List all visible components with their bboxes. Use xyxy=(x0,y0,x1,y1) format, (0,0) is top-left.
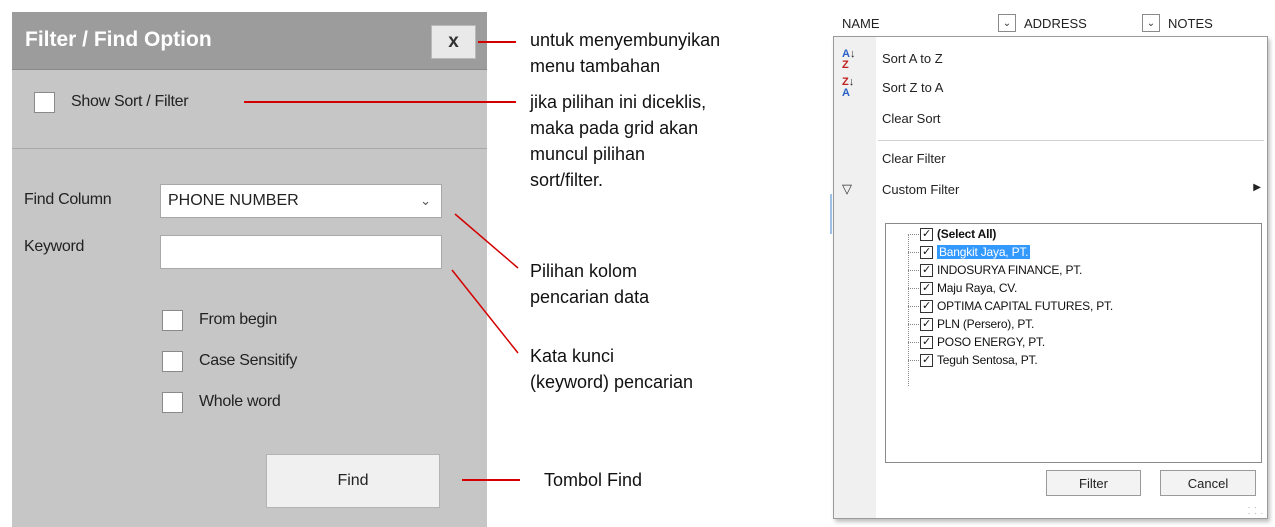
filter-value-list: ✓ (Select All) ✓ Bangkit Jaya, PT. ✓ IND… xyxy=(885,223,1262,463)
whole-word-checkbox[interactable] xyxy=(162,391,183,413)
filter-item-label: INDOSURYA FINANCE, PT. xyxy=(937,263,1083,277)
from-begin-checkbox[interactable] xyxy=(162,309,183,331)
close-note-line-1: untuk menyembunyikan xyxy=(530,30,721,50)
column-notes-header[interactable]: NOTES xyxy=(1168,16,1213,31)
tree-branch xyxy=(908,270,919,271)
filter-find-panel: Filter / Find Option x Show Sort / Filte… xyxy=(12,12,487,527)
tree-branch xyxy=(908,288,919,289)
check-icon[interactable]: ✓ xyxy=(920,335,933,349)
check-icon[interactable]: ✓ xyxy=(920,227,933,241)
keyword-note-line-1: Kata kunci xyxy=(530,346,615,366)
check-icon[interactable]: ✓ xyxy=(920,245,933,259)
close-button[interactable]: x xyxy=(431,25,476,59)
panel-header: Filter / Find Option x xyxy=(12,12,487,70)
tree-branch xyxy=(908,252,919,253)
tree-connector xyxy=(908,234,909,386)
filter-item-label: (Select All) xyxy=(937,227,997,241)
cancel-button[interactable]: Cancel xyxy=(1160,470,1256,496)
keyword-input[interactable] xyxy=(160,235,442,269)
column-filter-popup: A↓ Z Sort A to Z Z↓ A Sort Z to A Clear So… xyxy=(830,36,1268,519)
filter-item-label: POSO ENERGY, PT. xyxy=(937,335,1045,349)
filter-item[interactable]: ✓ INDOSURYA FINANCE, PT. xyxy=(920,262,1082,278)
sort-descending-icon: Z↓ A xyxy=(842,76,855,99)
filter-item[interactable]: ✓ POSO ENERGY, PT. xyxy=(920,334,1045,350)
filter-item[interactable]: ✓ OPTIMA CAPITAL FUTURES, PT. xyxy=(920,298,1113,314)
tree-branch xyxy=(908,324,919,325)
menu-icon-gutter xyxy=(834,37,876,518)
find-note-line-1: Tombol Find xyxy=(544,470,643,490)
case-sensitify-checkbox[interactable] xyxy=(162,350,183,372)
filter-funnel-icon: ▽ xyxy=(842,181,852,196)
option-whole-word[interactable]: Whole word xyxy=(162,390,281,414)
whole-word-label: Whole word xyxy=(199,393,281,410)
keyword-note: Kata kunci (keyword) pencarian xyxy=(530,343,693,395)
grid-row-marker xyxy=(830,194,832,234)
keyword-label: Keyword xyxy=(24,238,85,255)
filter-item[interactable]: ✓ Maju Raya, CV. xyxy=(920,280,1017,296)
column-note-line-2: pencarian data xyxy=(530,287,650,307)
menu-sort-a-to-z[interactable]: Sort A to Z xyxy=(882,51,943,66)
resize-grip-icon[interactable]: . .. . . xyxy=(1248,502,1264,516)
tree-branch xyxy=(908,306,919,307)
show-sort-filter-checkbox[interactable] xyxy=(34,91,55,113)
menu-sort-z-to-a[interactable]: Sort Z to A xyxy=(882,80,943,95)
column-note-line-1: Pilihan kolom xyxy=(530,261,638,281)
check-icon[interactable]: ✓ xyxy=(920,353,933,367)
filter-item[interactable]: ✓ PLN (Persero), PT. xyxy=(920,316,1034,332)
menu-clear-sort[interactable]: Clear Sort xyxy=(882,111,941,126)
check-icon[interactable]: ✓ xyxy=(920,299,933,313)
name-filter-dropdown-icon[interactable]: ⌄ xyxy=(998,14,1016,32)
filter-item-label: PLN (Persero), PT. xyxy=(937,317,1035,331)
filter-item-label: Maju Raya, CV. xyxy=(937,281,1018,295)
case-sensitify-label: Case Sensitify xyxy=(199,352,298,369)
panel-divider xyxy=(12,148,487,149)
menu-separator xyxy=(878,140,1264,141)
sort-note: jika pilihan ini diceklis, maka pada gri… xyxy=(530,89,706,193)
submenu-arrow-icon: ▶ xyxy=(1253,182,1261,193)
filter-item-label: Teguh Sentosa, PT. xyxy=(937,353,1038,367)
show-sort-filter-row[interactable]: Show Sort / Filter xyxy=(34,89,189,115)
tree-branch xyxy=(908,234,919,235)
tree-branch xyxy=(908,360,919,361)
sort-note-line-1: jika pilihan ini diceklis, xyxy=(530,92,707,112)
close-note-line-2: menu tambahan xyxy=(530,56,661,76)
column-name-header[interactable]: NAME xyxy=(842,16,880,31)
panel-title: Filter / Find Option xyxy=(25,28,212,51)
find-column-label: Find Column xyxy=(24,191,112,208)
menu-clear-filter[interactable]: Clear Filter xyxy=(882,151,946,166)
find-note: Tombol Find xyxy=(544,467,642,493)
sort-note-line-3: muncul pilihan xyxy=(530,144,646,164)
show-sort-filter-label: Show Sort / Filter xyxy=(71,93,189,110)
column-address-header[interactable]: ADDRESS xyxy=(1024,16,1087,31)
filter-item-select-all[interactable]: ✓ (Select All) xyxy=(920,226,996,242)
check-icon[interactable]: ✓ xyxy=(920,263,933,277)
check-icon[interactable]: ✓ xyxy=(920,317,933,331)
filter-item[interactable]: ✓ Bangkit Jaya, PT. xyxy=(920,244,1031,260)
sort-note-line-2: maka pada grid akan xyxy=(530,118,699,138)
sort-note-line-4: sort/filter. xyxy=(530,170,604,190)
menu-custom-filter[interactable]: Custom Filter xyxy=(882,182,959,197)
filter-button[interactable]: Filter xyxy=(1046,470,1141,496)
find-column-select[interactable]: PHONE NUMBER ⌄ xyxy=(160,184,442,218)
filter-item-label: Bangkit Jaya, PT. xyxy=(937,245,1031,259)
sort-ascending-icon: A↓ Z xyxy=(842,48,856,71)
close-note: untuk menyembunyikan menu tambahan xyxy=(530,27,720,79)
keyword-note-line-2: (keyword) pencarian xyxy=(530,372,694,392)
address-filter-dropdown-icon[interactable]: ⌄ xyxy=(1142,14,1160,32)
find-button[interactable]: Find xyxy=(266,454,440,508)
option-from-begin[interactable]: From begin xyxy=(162,308,277,332)
chevron-down-icon: ⌄ xyxy=(420,193,431,208)
check-icon[interactable]: ✓ xyxy=(920,281,933,295)
find-column-value: PHONE NUMBER xyxy=(168,192,299,209)
from-begin-label: From begin xyxy=(199,311,277,328)
tree-branch xyxy=(908,342,919,343)
option-case-sensitify[interactable]: Case Sensitify xyxy=(162,349,297,373)
column-note: Pilihan kolom pencarian data xyxy=(530,258,649,310)
filter-item[interactable]: ✓ Teguh Sentosa, PT. xyxy=(920,352,1038,368)
grid-column-header: NAME ⌄ ADDRESS ⌄ NOTES xyxy=(830,10,1260,36)
filter-item-label: OPTIMA CAPITAL FUTURES, PT. xyxy=(937,299,1113,313)
